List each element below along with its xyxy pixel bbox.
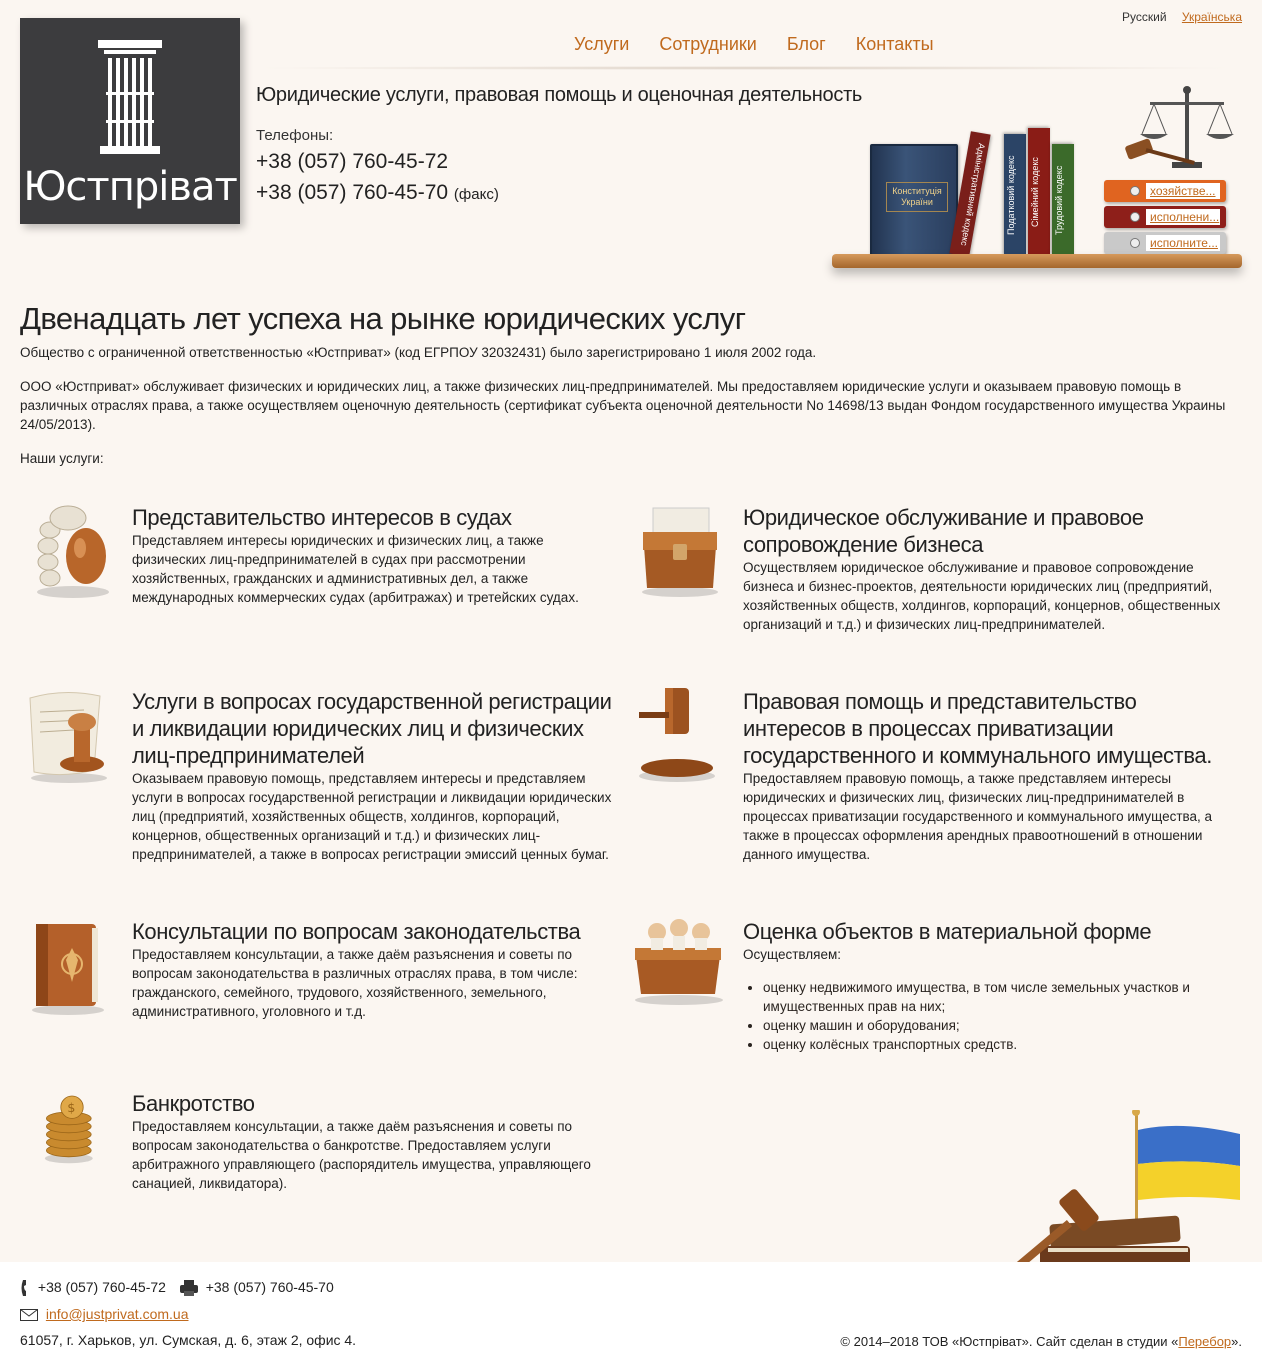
service-text: Предоставляем консультации, а также даём…	[132, 1119, 591, 1191]
footer-fax: +38 (057) 760-45-70	[205, 1279, 334, 1295]
copyright-end: ».	[1231, 1334, 1242, 1349]
folder-3[interactable]: исполните...	[1104, 232, 1226, 254]
service-consulting: Консультации по вопросам законодательств…	[32, 918, 612, 1021]
tagline: Юридические услуги, правовая помощь и оц…	[256, 84, 863, 106]
seal-stamp-icon	[29, 691, 107, 783]
about-paragraph: ООО «Юстприват» обслуживает физических и…	[20, 379, 1226, 432]
copyright-text: © 2014–2018 ТОВ «Юстпріват». Сайт сделан…	[840, 1334, 1179, 1349]
language-switcher: Русский Українська	[1110, 10, 1242, 24]
footer	[0, 1262, 1262, 1366]
service-text: Предоставляем правовую помощь, а также п…	[743, 771, 1213, 862]
footer-email-link[interactable]: info@justprivat.com.ua	[46, 1306, 189, 1322]
lang-current: Русский	[1122, 10, 1167, 24]
shelf-board	[832, 254, 1242, 268]
footer-address: 61057, г. Харьков, ул. Сумская, д. 6, эт…	[20, 1332, 357, 1348]
service-court: Представительство интересов в судах Пред…	[37, 504, 612, 607]
folder-ring-icon	[1130, 212, 1140, 222]
studio-link[interactable]: Перебор	[1178, 1334, 1231, 1349]
phones-label: Телефоны:	[256, 127, 334, 144]
service-title: Услуги в вопросах государственной регист…	[132, 689, 612, 768]
service-bankruptcy: $ Банкротство Предоставляем консультации…	[44, 1090, 612, 1193]
bookshelf-illustration: Конституція України Адміністративний код…	[832, 84, 1244, 284]
folder-tag-2[interactable]: исполнени...	[1146, 209, 1220, 225]
lang-link-ukrainian[interactable]: Українська	[1182, 10, 1242, 24]
service-title: Оценка объектов в материальной форме	[743, 919, 1152, 944]
services-heading: Наши услуги:	[20, 451, 104, 466]
book-spine-labor: Трудовий кодекс	[1052, 144, 1074, 256]
footer-phones: +38 (057) 760-45-72 +38 (057) 760-45-70	[20, 1279, 334, 1297]
book-spine-family: Сімейний кодекс	[1028, 128, 1050, 256]
valuables-box-icon	[635, 919, 723, 1005]
phone-main: +38 (057) 760-45-72	[256, 150, 449, 173]
service-title: Банкротство	[132, 1091, 255, 1116]
folder-ring-icon	[1130, 186, 1140, 196]
fax-icon	[179, 1280, 198, 1297]
gavel-icon	[1125, 138, 1195, 165]
copyright: © 2014–2018 ТОВ «Юстпріват». Сайт сделан…	[840, 1334, 1242, 1349]
service-title: Правовая помощь и представительство инте…	[743, 689, 1212, 768]
phone-fax: +38 (057) 760-45-70 (факс)	[256, 181, 499, 205]
judge-wig-icon	[37, 505, 109, 598]
folder-ring-icon	[1130, 238, 1140, 248]
footer-email: info@justprivat.com.ua	[20, 1306, 189, 1322]
coins-icon: $	[44, 1095, 93, 1164]
gavel-icon	[639, 688, 715, 782]
constitution-book: Конституція України	[870, 144, 958, 256]
nav-services[interactable]: Услуги	[574, 34, 629, 55]
list-item: оценку колёсных транспортных средств.	[763, 1035, 1223, 1054]
nav-blog[interactable]: Блог	[787, 34, 826, 55]
envelope-icon	[20, 1309, 38, 1322]
nav-contacts[interactable]: Контакты	[856, 34, 934, 55]
phone-fax-number: +38 (057) 760-45-70	[256, 181, 449, 204]
phone-icon	[21, 1280, 26, 1297]
service-title: Консультации по вопросам законодательств…	[132, 919, 581, 944]
footer-phone: +38 (057) 760-45-72	[37, 1279, 166, 1295]
service-registration: Услуги в вопросах государственной регист…	[29, 688, 612, 864]
service-business: Юридическое обслуживание и правовое сопр…	[642, 504, 1223, 634]
service-valuation: Оценка объектов в материальной форме Осу…	[635, 918, 1223, 1054]
book-spine-tax: Податковий кодекс	[1004, 134, 1026, 256]
nav-divider	[250, 66, 1240, 70]
fax-label: (факс)	[453, 186, 499, 203]
folder-2[interactable]: исполнени...	[1104, 206, 1226, 228]
service-text: Осуществляем юридическое обслуживание и …	[743, 560, 1221, 632]
brand-name: Юстпріват	[23, 164, 238, 210]
list-item: оценку машин и оборудования;	[763, 1016, 1223, 1035]
service-text: Оказываем правовую помощь, представляем …	[132, 771, 612, 862]
intro-paragraph: Общество с ограниченной ответственностью…	[20, 345, 817, 360]
svg-text:$: $	[67, 1101, 75, 1116]
service-privatization: Правовая помощь и представительство инте…	[639, 688, 1223, 864]
page-title: Двенадцать лет успеха на рынке юридическ…	[20, 301, 746, 336]
briefcase-icon	[642, 507, 718, 597]
column-icon	[98, 40, 162, 154]
service-title: Представительство интересов в судах	[132, 505, 512, 530]
logo[interactable]: Юстпріват	[20, 18, 240, 224]
service-text: Представляем интересы юридических и физи…	[132, 533, 579, 605]
folder-tag-3[interactable]: исполните...	[1146, 235, 1220, 251]
service-title: Юридическое обслуживание и правовое сопр…	[743, 505, 1144, 557]
service-text: Осуществляем:	[743, 947, 841, 962]
valuation-list: оценку недвижимого имущества, в том числ…	[743, 978, 1223, 1054]
folder-1[interactable]: хозяйстве...	[1104, 180, 1226, 202]
service-text: Предоставляем консультации, а также даём…	[132, 947, 578, 1019]
nav-staff[interactable]: Сотрудники	[659, 34, 757, 55]
folder-tag-1[interactable]: хозяйстве...	[1146, 183, 1220, 199]
law-book-icon	[32, 924, 104, 1015]
main-nav: Услуги Сотрудники Блог Контакты	[574, 34, 964, 55]
constitution-label: Конституція України	[886, 182, 948, 212]
list-item: оценку недвижимого имущества, в том числ…	[763, 978, 1223, 1016]
